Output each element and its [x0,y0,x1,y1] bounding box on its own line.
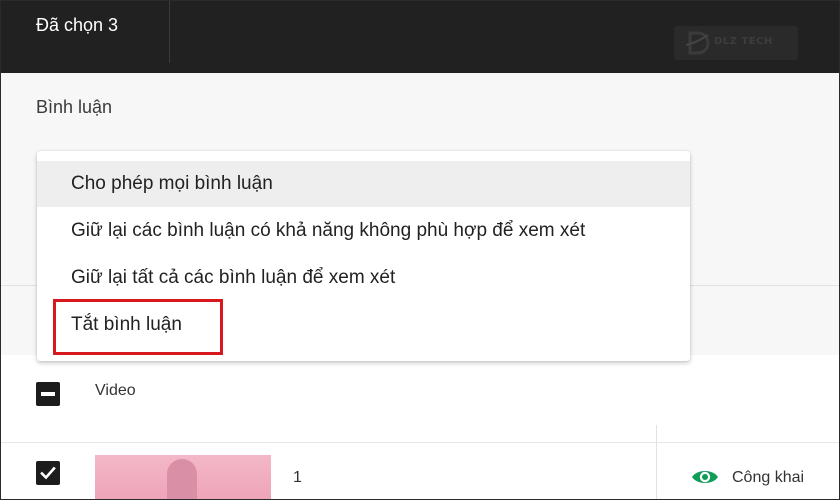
dlz-logo-icon [685,31,710,55]
visibility-selector[interactable] [691,467,719,492]
checkmark-icon [40,466,56,480]
visibility-label[interactable]: Công khai [732,469,804,487]
eye-icon [692,471,718,483]
row-checkbox[interactable] [36,461,60,485]
selection-bar: Đã chọn 3 DLZ TECH [1,1,839,73]
selected-count: Đã chọn 3 [36,15,119,35]
app-window: Đã chọn 3 DLZ TECH Bình luận Cho phép mọ… [0,0,840,500]
menu-item-hold-all[interactable]: Giữ lại tất cả các bình luận để xem xét [37,255,690,301]
logo-text: DLZ TECH [714,36,773,47]
menu-item-label: Cho phép mọi bình luận [71,173,273,194]
column-header-video[interactable]: Video [95,382,136,400]
annotation-highlight-box [53,299,223,355]
menu-item-hold-inappropriate[interactable]: Giữ lại các bình luận có khả năng không … [37,208,690,254]
section-label: Bình luận [36,97,113,117]
menu-item-label: Giữ lại các bình luận có khả năng không … [71,220,586,241]
video-thumbnail[interactable] [95,455,271,499]
comments-dropdown-menu: Cho phép mọi bình luận Giữ lại các bình … [37,151,690,361]
table-header-row: Video [1,355,839,426]
row-number: 1 [293,469,302,486]
table-row: 1 Công khai [1,425,839,499]
menu-item-allow-all[interactable]: Cho phép mọi bình luận [37,161,690,207]
watermark-logo: DLZ TECH [674,26,798,60]
column-divider [656,425,657,499]
topbar-divider [169,1,170,63]
select-all-checkbox[interactable] [36,382,60,406]
row-divider [1,442,839,443]
menu-item-label: Giữ lại tất cả các bình luận để xem xét [71,267,396,288]
